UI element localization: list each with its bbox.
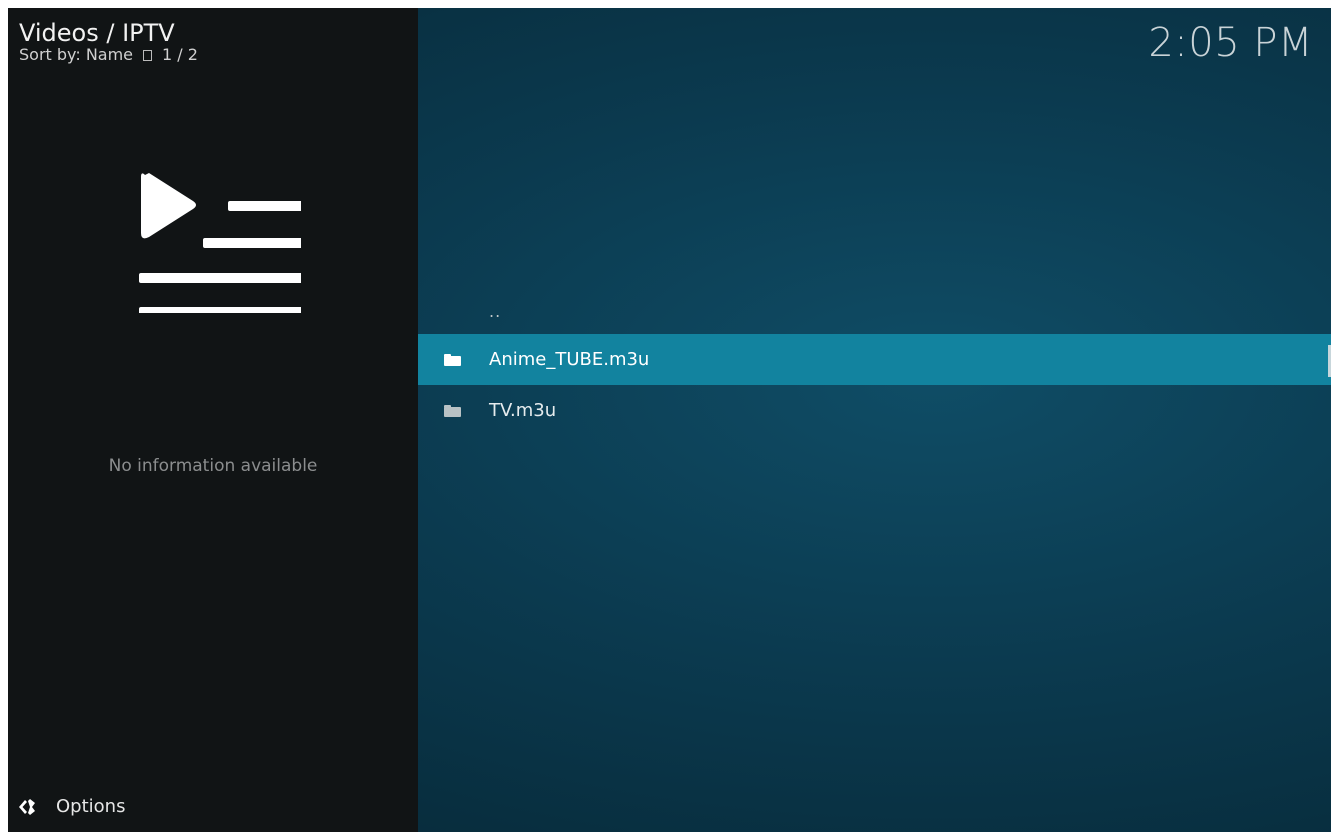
scrollbar-indicator[interactable]: [1328, 345, 1331, 377]
options-icon: [19, 798, 35, 815]
sort-info: Sort by: Name 1 / 2: [19, 46, 198, 64]
folder-icon: [444, 354, 461, 366]
list-item[interactable]: TV.m3u: [418, 385, 1331, 436]
file-list: .. Anime_TUBE.m3u TV.m3u: [418, 283, 1331, 436]
page-indicator: 1 / 2: [162, 45, 198, 64]
clock: 2:05 PM: [1148, 20, 1313, 66]
kodi-screen: Videos / IPTV Sort by: Name 1 / 2 No inf…: [8, 8, 1331, 832]
header: Videos / IPTV Sort by: Name 1 / 2: [19, 20, 198, 64]
sort-label[interactable]: Sort by: Name: [19, 46, 133, 64]
list-item-parent[interactable]: ..: [418, 283, 1331, 334]
no-info-message: No information available: [108, 456, 318, 476]
options-label: Options: [56, 796, 126, 817]
list-item[interactable]: Anime_TUBE.m3u: [418, 334, 1331, 385]
sort-direction-icon: [143, 49, 153, 61]
page-title: Videos / IPTV: [19, 19, 175, 47]
parent-folder-label: ..: [489, 302, 502, 321]
info-sidebar: Videos / IPTV Sort by: Name 1 / 2 No inf…: [8, 8, 418, 832]
folder-icon: [444, 405, 461, 417]
options-button[interactable]: Options: [18, 796, 125, 817]
list-item-label: Anime_TUBE.m3u: [489, 349, 650, 370]
list-item-label: TV.m3u: [489, 400, 557, 421]
playlist-icon: [139, 173, 301, 313]
